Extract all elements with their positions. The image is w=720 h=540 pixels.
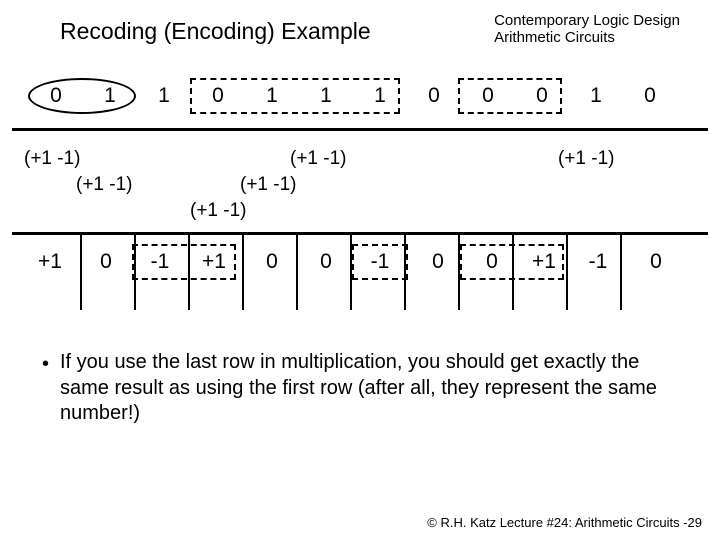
bit-11: 0 bbox=[630, 84, 670, 108]
bit-2: 1 bbox=[144, 84, 184, 108]
vline-2 bbox=[134, 232, 136, 310]
pair-5: (+1 -1) bbox=[190, 200, 247, 222]
vline-6 bbox=[350, 232, 352, 310]
hr-1 bbox=[12, 128, 708, 131]
footer-text: © R.H. Katz Lecture #24: Arithmetic Circ… bbox=[427, 515, 702, 530]
header-line2: Arithmetic Circuits bbox=[494, 29, 680, 46]
bit-7: 0 bbox=[414, 84, 454, 108]
pair-2: (+1 -1) bbox=[76, 174, 133, 196]
rec-1: 0 bbox=[86, 250, 126, 274]
oval-group-0 bbox=[28, 78, 136, 114]
rec-0: +1 bbox=[30, 250, 70, 274]
pair-1: (+1 -1) bbox=[24, 148, 81, 170]
dashbox-row1-b bbox=[458, 78, 562, 114]
rec-4: 0 bbox=[252, 250, 292, 274]
vline-11 bbox=[620, 232, 622, 310]
vline-9 bbox=[512, 232, 514, 310]
hr-2 bbox=[12, 232, 708, 235]
rec-10: -1 bbox=[578, 250, 618, 274]
dashbox-row3-b bbox=[352, 244, 408, 280]
rec-11: 0 bbox=[636, 250, 676, 274]
vline-3 bbox=[188, 232, 190, 310]
rec-5: 0 bbox=[306, 250, 346, 274]
header-line1: Contemporary Logic Design bbox=[494, 12, 680, 29]
bullet-dot-icon: • bbox=[42, 352, 49, 378]
pair-6: (+1 -1) bbox=[558, 148, 615, 170]
pair-4: (+1 -1) bbox=[240, 174, 297, 196]
vline-4 bbox=[242, 232, 244, 310]
body-text: If you use the last row in multiplicatio… bbox=[60, 351, 657, 424]
header-right: Contemporary Logic Design Arithmetic Cir… bbox=[494, 12, 680, 47]
dashbox-row1-a bbox=[190, 78, 400, 114]
rec-7: 0 bbox=[418, 250, 458, 274]
vline-10 bbox=[566, 232, 568, 310]
dashbox-row3-a bbox=[132, 244, 236, 280]
vline-1 bbox=[80, 232, 82, 310]
body-bullet: • If you use the last row in multiplicat… bbox=[60, 350, 680, 427]
pair-3: (+1 -1) bbox=[290, 148, 347, 170]
vline-8 bbox=[458, 232, 460, 310]
vline-5 bbox=[296, 232, 298, 310]
bit-10: 1 bbox=[576, 84, 616, 108]
vline-7 bbox=[404, 232, 406, 310]
page-title: Recoding (Encoding) Example bbox=[60, 18, 371, 45]
